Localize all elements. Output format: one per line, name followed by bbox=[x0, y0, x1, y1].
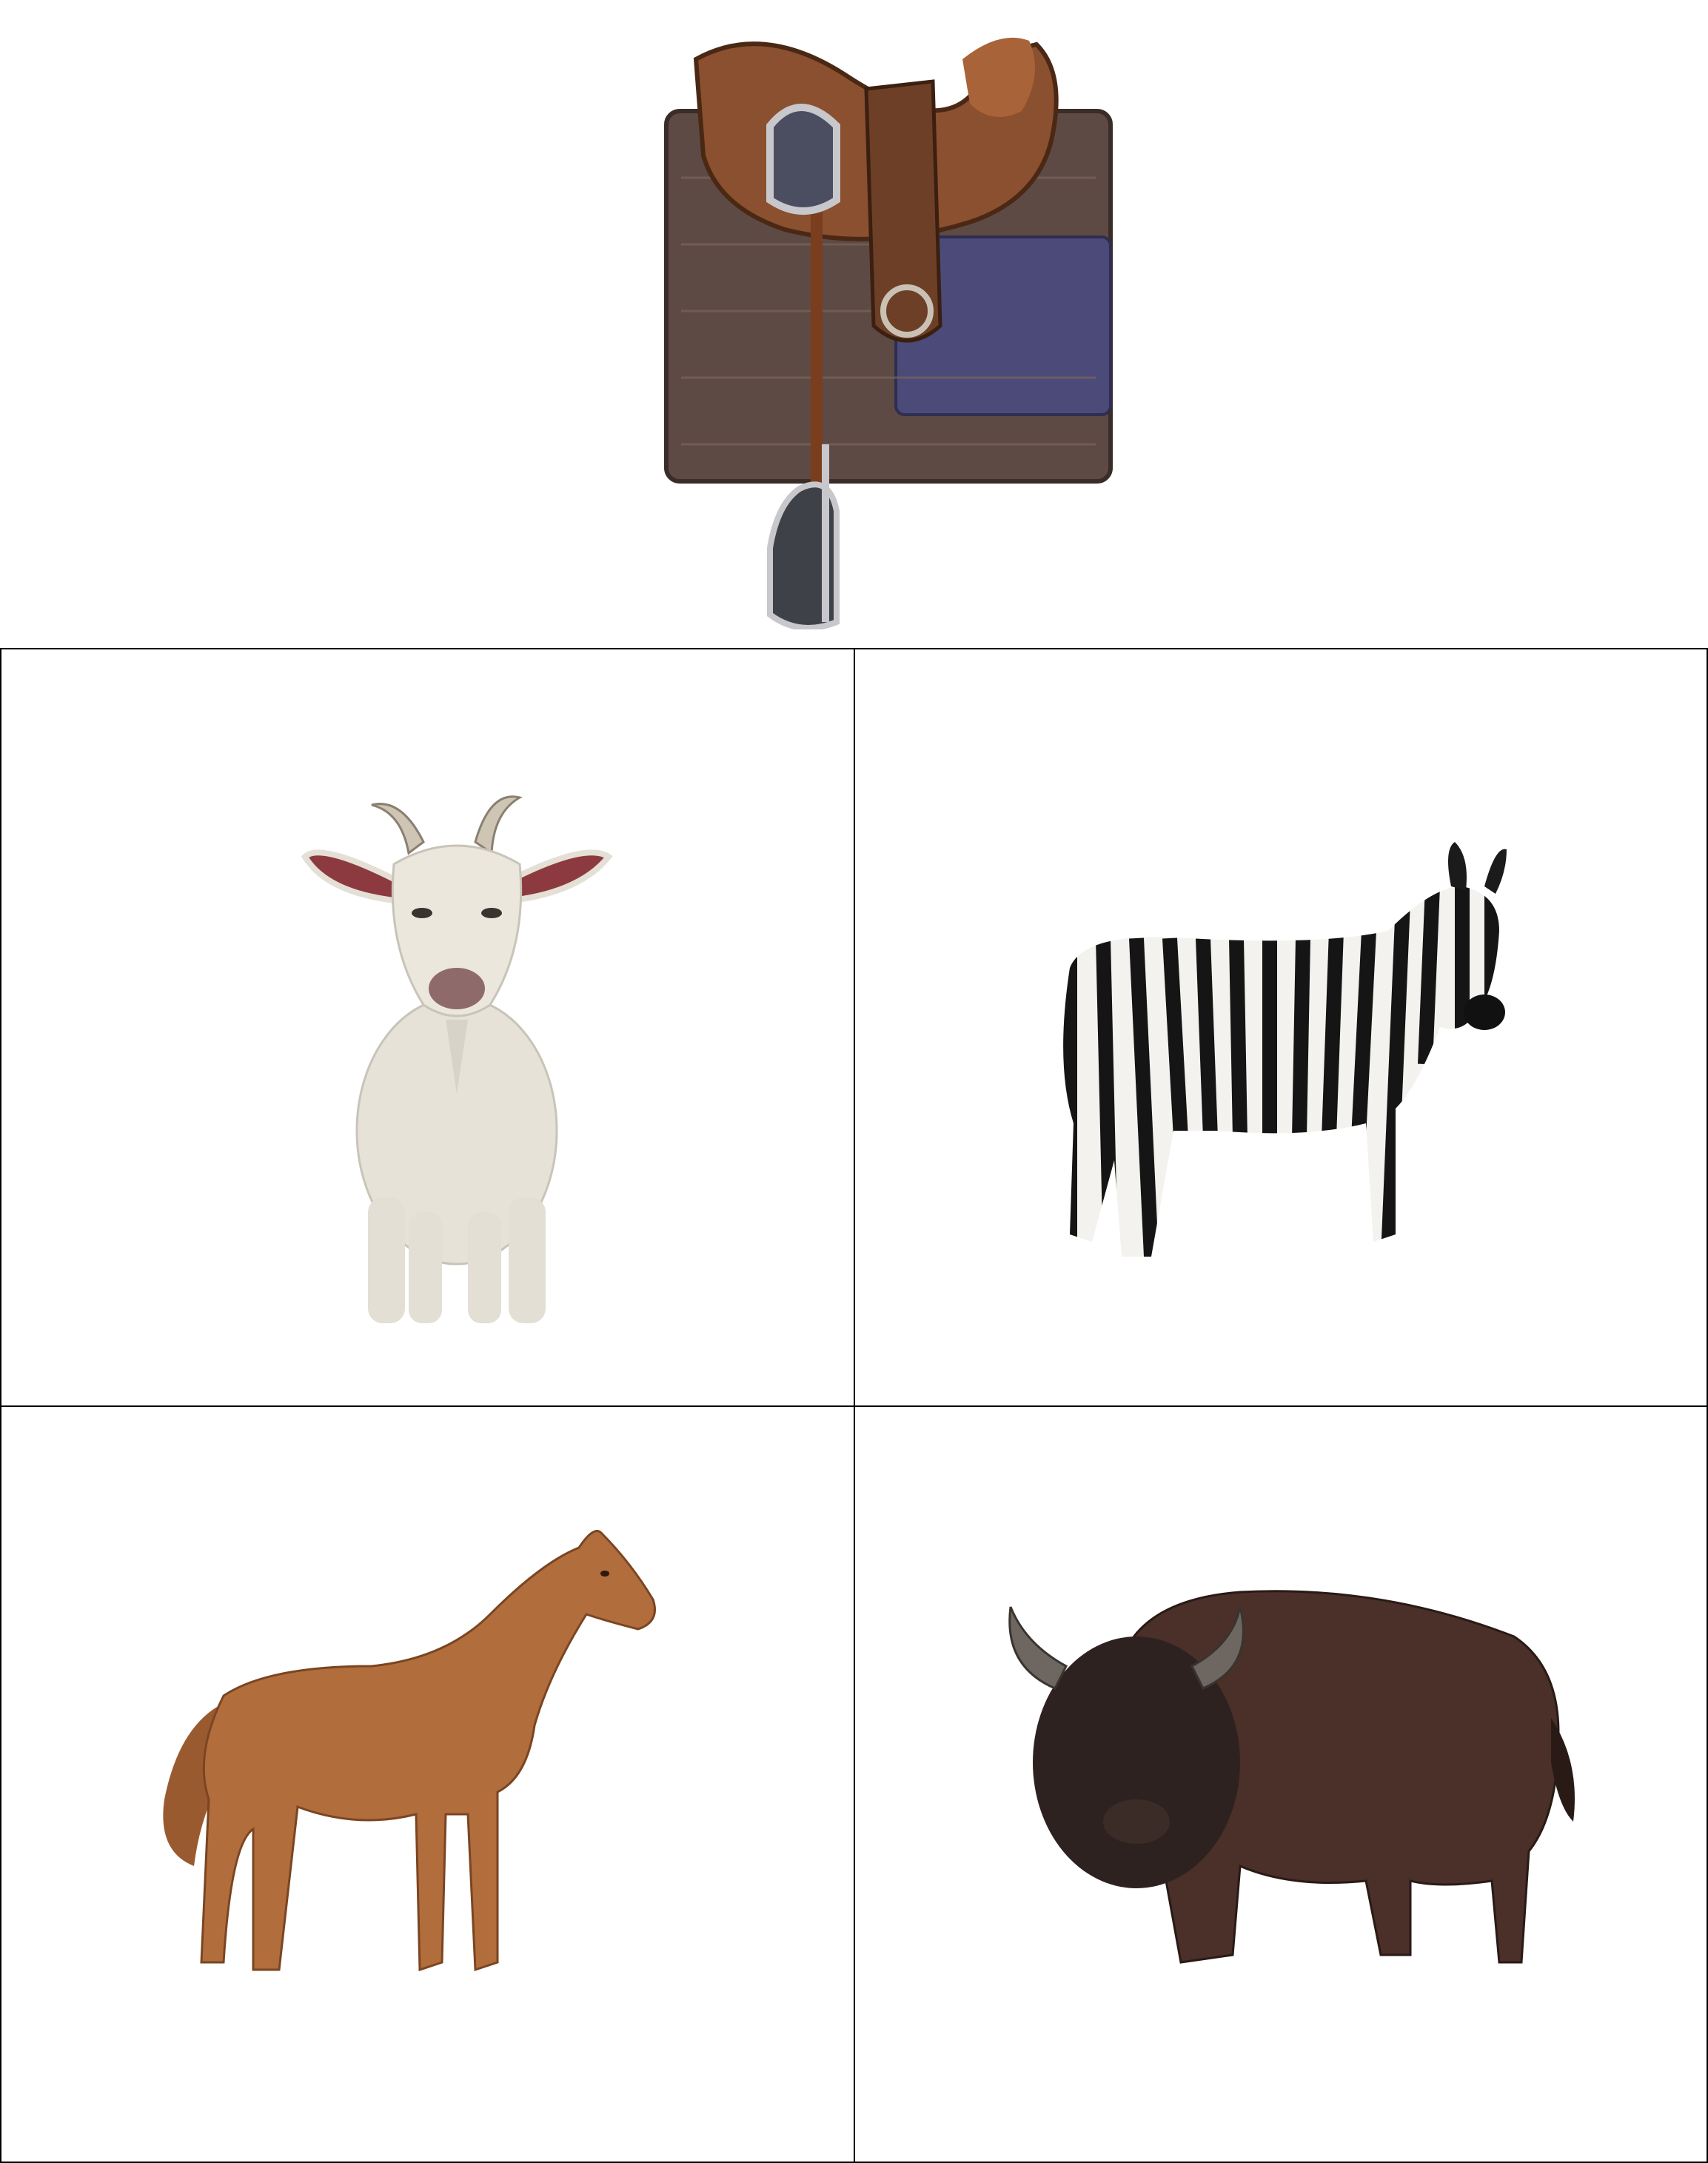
zebra-image bbox=[1063, 842, 1507, 1257]
goat-image bbox=[301, 795, 613, 1323]
horse-image bbox=[163, 1530, 656, 1972]
saddle-image bbox=[664, 37, 1113, 629]
bison-image bbox=[1008, 1590, 1575, 1964]
choice-zebra[interactable] bbox=[854, 648, 1708, 1407]
choice-bison[interactable] bbox=[854, 1405, 1708, 2163]
choice-horse[interactable] bbox=[0, 1405, 855, 2163]
choice-goat[interactable] bbox=[0, 648, 855, 1407]
prompt-image-area bbox=[0, 0, 1708, 647]
answer-grid bbox=[0, 648, 1708, 2163]
